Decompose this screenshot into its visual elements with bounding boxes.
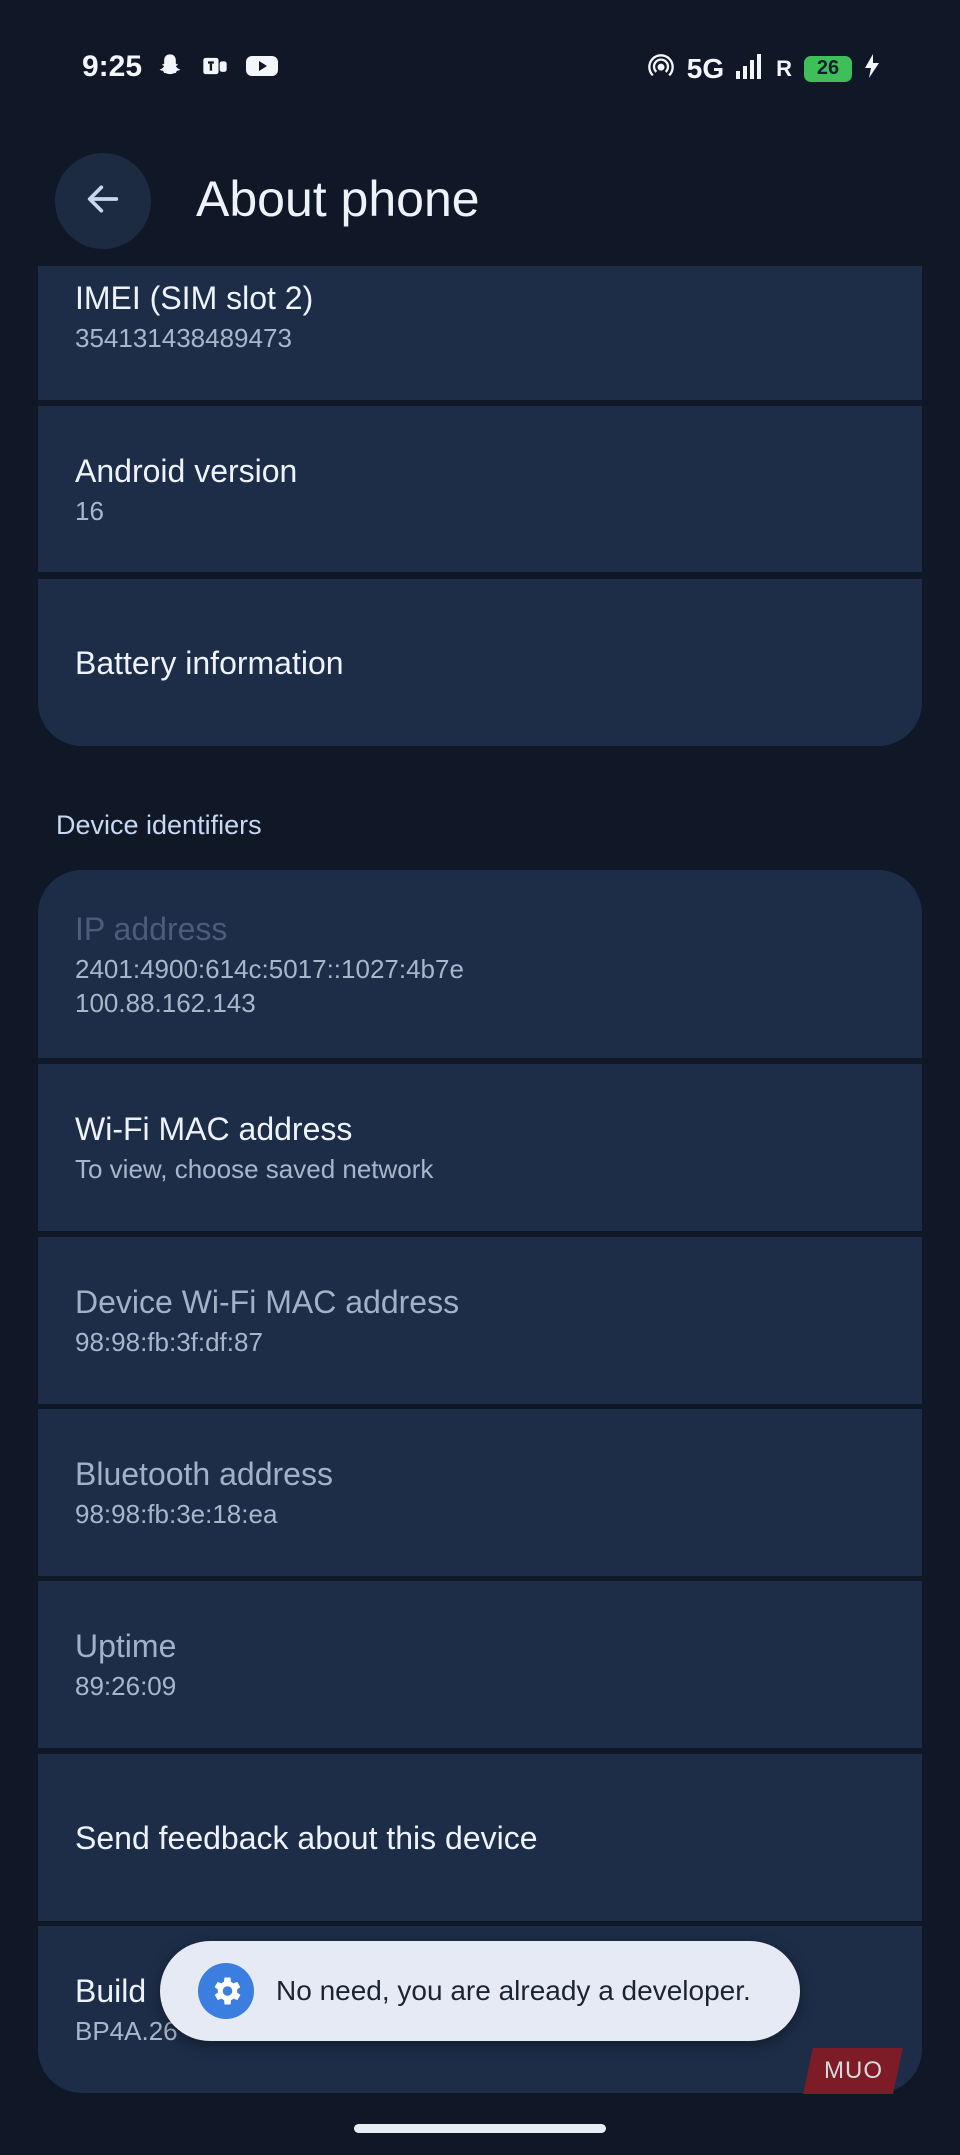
item-title: Android version	[75, 452, 298, 489]
item-subtitle: 98:98:fb:3e:18:ea	[75, 1499, 278, 1529]
ip-address-v4: 100.88.162.143	[75, 987, 256, 1018]
watermark-text: MUO	[823, 2057, 883, 2084]
wifi-mac-address-item[interactable]: Wi-Fi MAC address To view, choose saved …	[38, 1064, 922, 1231]
ip-address-item[interactable]: IP address 2401:4900:614c:5017::1027:4b7…	[38, 870, 922, 1058]
charging-icon	[864, 54, 880, 83]
teams-icon	[200, 52, 230, 85]
item-title: IMEI (SIM slot 2)	[75, 280, 314, 316]
bluetooth-address-item[interactable]: Bluetooth address 98:98:fb:3e:18:ea	[38, 1409, 922, 1576]
item-title: Uptime	[75, 1628, 177, 1664]
item-subtitle: To view, choose saved network	[75, 1154, 434, 1184]
page-title: About phone	[196, 171, 480, 227]
item-title: Wi-Fi MAC address	[75, 1111, 353, 1147]
hotspot-icon	[647, 52, 675, 85]
uptime-item[interactable]: Uptime 89:26:09	[38, 1581, 922, 1748]
home-gesture-bar[interactable]	[354, 2124, 606, 2133]
battery-information-item[interactable]: Battery information	[38, 579, 922, 746]
toast-message: No need, you are already a developer.	[276, 1975, 751, 2006]
item-title: IP address	[75, 910, 228, 947]
developer-toast: No need, you are already a developer.	[160, 1941, 800, 2041]
item-title: Send feedback about this device	[75, 1819, 538, 1856]
android-version-item[interactable]: Android version 16	[38, 406, 922, 572]
device-wifi-mac-address-item[interactable]: Device Wi-Fi MAC address 98:98:fb:3f:df:…	[38, 1237, 922, 1404]
item-title: Bluetooth address	[75, 1456, 333, 1492]
snapchat-icon	[156, 52, 184, 85]
battery-level: 26	[804, 55, 852, 82]
system-icons: 5G R 26	[647, 52, 880, 85]
section-header-device-identifiers: Device identifiers	[56, 810, 262, 840]
status-bar: 9:25 5G R 26	[0, 0, 960, 140]
app-bar: About phone	[0, 140, 960, 266]
item-subtitle: 89:26:09	[75, 1671, 177, 1701]
youtube-icon	[246, 54, 278, 83]
ip-address-v6: 2401:4900:614c:5017::1027:4b7e	[75, 953, 464, 984]
network-type: 5G	[686, 52, 725, 84]
item-title: Battery information	[75, 644, 344, 681]
send-feedback-item[interactable]: Send feedback about this device	[38, 1754, 922, 1921]
signal-icon	[736, 53, 764, 84]
back-button[interactable]	[55, 153, 151, 249]
item-subtitle: 98:98:fb:3f:df:87	[75, 1327, 263, 1357]
notification-icons	[156, 52, 278, 85]
item-subtitle: 354131438489473	[75, 323, 292, 353]
muo-watermark: MUO	[803, 2048, 903, 2094]
item-subtitle: 16	[75, 495, 104, 526]
status-time: 9:25	[82, 50, 143, 83]
arrow-back-icon	[83, 179, 123, 224]
imei-sim2-item[interactable]: IMEI (SIM slot 2) 354131438489473	[38, 266, 922, 400]
gear-icon	[198, 1963, 254, 2019]
item-title: Device Wi-Fi MAC address	[75, 1284, 460, 1320]
roaming-indicator: R	[776, 55, 792, 81]
